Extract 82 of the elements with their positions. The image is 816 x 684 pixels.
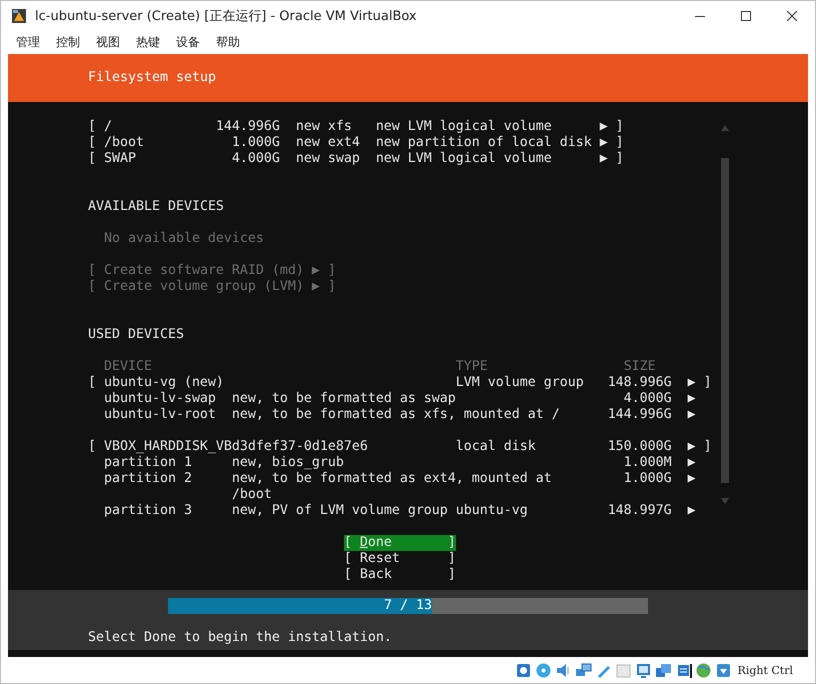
arrow-glyph[interactable]: ▶ <box>600 151 608 167</box>
volume-type: new LVM logical volume <box>376 151 553 167</box>
column-header: DEVICE <box>104 359 153 375</box>
bracket: [ <box>88 375 97 391</box>
bracket: [ <box>88 439 97 455</box>
size-value: 1.000G <box>230 135 280 151</box>
device-name[interactable]: partition 1 <box>104 455 232 471</box>
terminal-button[interactable]: [ Reset ] <box>344 551 456 567</box>
size-value: 150.000G <box>606 439 672 455</box>
device-name[interactable]: ubuntu-vg (new) <box>104 375 456 391</box>
device-description: new, PV of LVM volume group ubuntu-vg <box>232 503 529 519</box>
device-type: LVM volume group <box>456 375 585 391</box>
bracket: ] <box>616 135 624 151</box>
network-icon <box>574 662 592 678</box>
device-description: new, to be formatted as xfs, mounted at / <box>232 407 561 423</box>
maximize-icon <box>741 10 751 20</box>
arrow-glyph[interactable]: ▶ <box>688 471 696 503</box>
volume-type: new partition of local disk <box>376 135 593 151</box>
arrow-glyph[interactable]: ▶ <box>688 391 696 407</box>
size-value: 1.000G <box>622 471 672 488</box>
bracket: ] <box>616 119 624 135</box>
device-name[interactable]: ubuntu-lv-root <box>104 407 232 423</box>
bracket: ] <box>704 439 712 455</box>
volume-type: new LVM logical volume <box>376 119 553 135</box>
arrow-glyph[interactable]: ▶ <box>688 439 696 455</box>
arrow-glyph[interactable]: ▶ <box>688 407 696 423</box>
progress-label: 7 / 13 <box>384 598 432 614</box>
menu-item[interactable]: 控制 <box>49 34 87 50</box>
status-message: Select Done to begin the installation. <box>88 630 392 646</box>
menu-item[interactable]: 管理 <box>9 34 47 50</box>
screen-title: Filesystem setup <box>88 70 216 86</box>
menu-item[interactable]: 设备 <box>169 34 207 50</box>
format-text: new ext4 <box>296 135 361 151</box>
bracket: [ <box>88 135 97 151</box>
scroll-down-icon <box>721 497 729 505</box>
device-name[interactable]: VBOX_HARDDISK_VBd3dfef37-0d1e87e6 <box>104 439 456 455</box>
device-name[interactable]: partition 3 <box>104 503 232 519</box>
empty-message: No available devices <box>102 231 264 247</box>
size-value: 148.997G <box>606 503 672 519</box>
download-icon <box>714 662 732 678</box>
column-header: TYPE <box>456 359 488 375</box>
format-text: new swap <box>296 151 361 167</box>
size-value: 1.000M <box>622 455 672 471</box>
bracket: ] <box>704 375 712 391</box>
host-key-label: Right Ctrl <box>738 664 793 676</box>
device-description: new, bios_grub <box>232 455 345 471</box>
globe-icon <box>694 662 712 678</box>
scroll-up-icon <box>721 124 729 132</box>
mount-point[interactable]: SWAP <box>104 151 216 167</box>
optical-disc-icon <box>534 662 552 678</box>
app-icon <box>11 8 27 24</box>
size-value: 4.000G <box>230 151 280 167</box>
column-header: SIZE <box>622 359 657 375</box>
format-text: new xfs <box>296 119 353 135</box>
menu-item[interactable]: 热键 <box>129 34 167 50</box>
arrow-glyph[interactable]: ▶ <box>688 503 696 519</box>
arrow-glyph[interactable]: ▶ <box>688 375 696 391</box>
arrow-glyph[interactable]: ▶ <box>600 119 608 135</box>
section-heading: USED DEVICES <box>88 327 184 343</box>
device-type: local disk <box>456 439 537 455</box>
size-value: 4.000G <box>622 391 672 407</box>
menu-item[interactable]: 视图 <box>89 34 127 50</box>
section-heading: AVAILABLE DEVICES <box>88 199 224 215</box>
window-title: lc-ubuntu-server (Create) [正在运行] - Oracle VM VirtualBox <box>35 8 418 24</box>
terminal-button[interactable]: [ Done ] <box>344 535 456 551</box>
device-name[interactable]: partition 2 <box>104 471 232 503</box>
size-value: 144.996G <box>216 119 280 135</box>
size-value: 148.996G <box>606 375 672 391</box>
device-description: new, to be formatted as swap <box>232 391 457 407</box>
mount-point[interactable]: / <box>104 119 216 135</box>
device-name[interactable]: ubuntu-lv-swap <box>104 391 232 407</box>
terminal-button[interactable]: [ Back ] <box>344 567 456 583</box>
arrow-glyph[interactable]: ▶ <box>600 135 608 151</box>
monitor-icon <box>634 662 652 678</box>
bracket: ] <box>616 151 624 167</box>
close-icon <box>787 10 797 20</box>
size-value: 144.996G <box>606 407 672 423</box>
mount-point[interactable]: /boot <box>104 135 216 151</box>
menu-item[interactable]: 帮助 <box>209 34 247 50</box>
bracket: [ <box>88 151 97 167</box>
bracket: [ <box>88 119 97 135</box>
arrow-glyph[interactable]: ▶ <box>688 455 696 471</box>
